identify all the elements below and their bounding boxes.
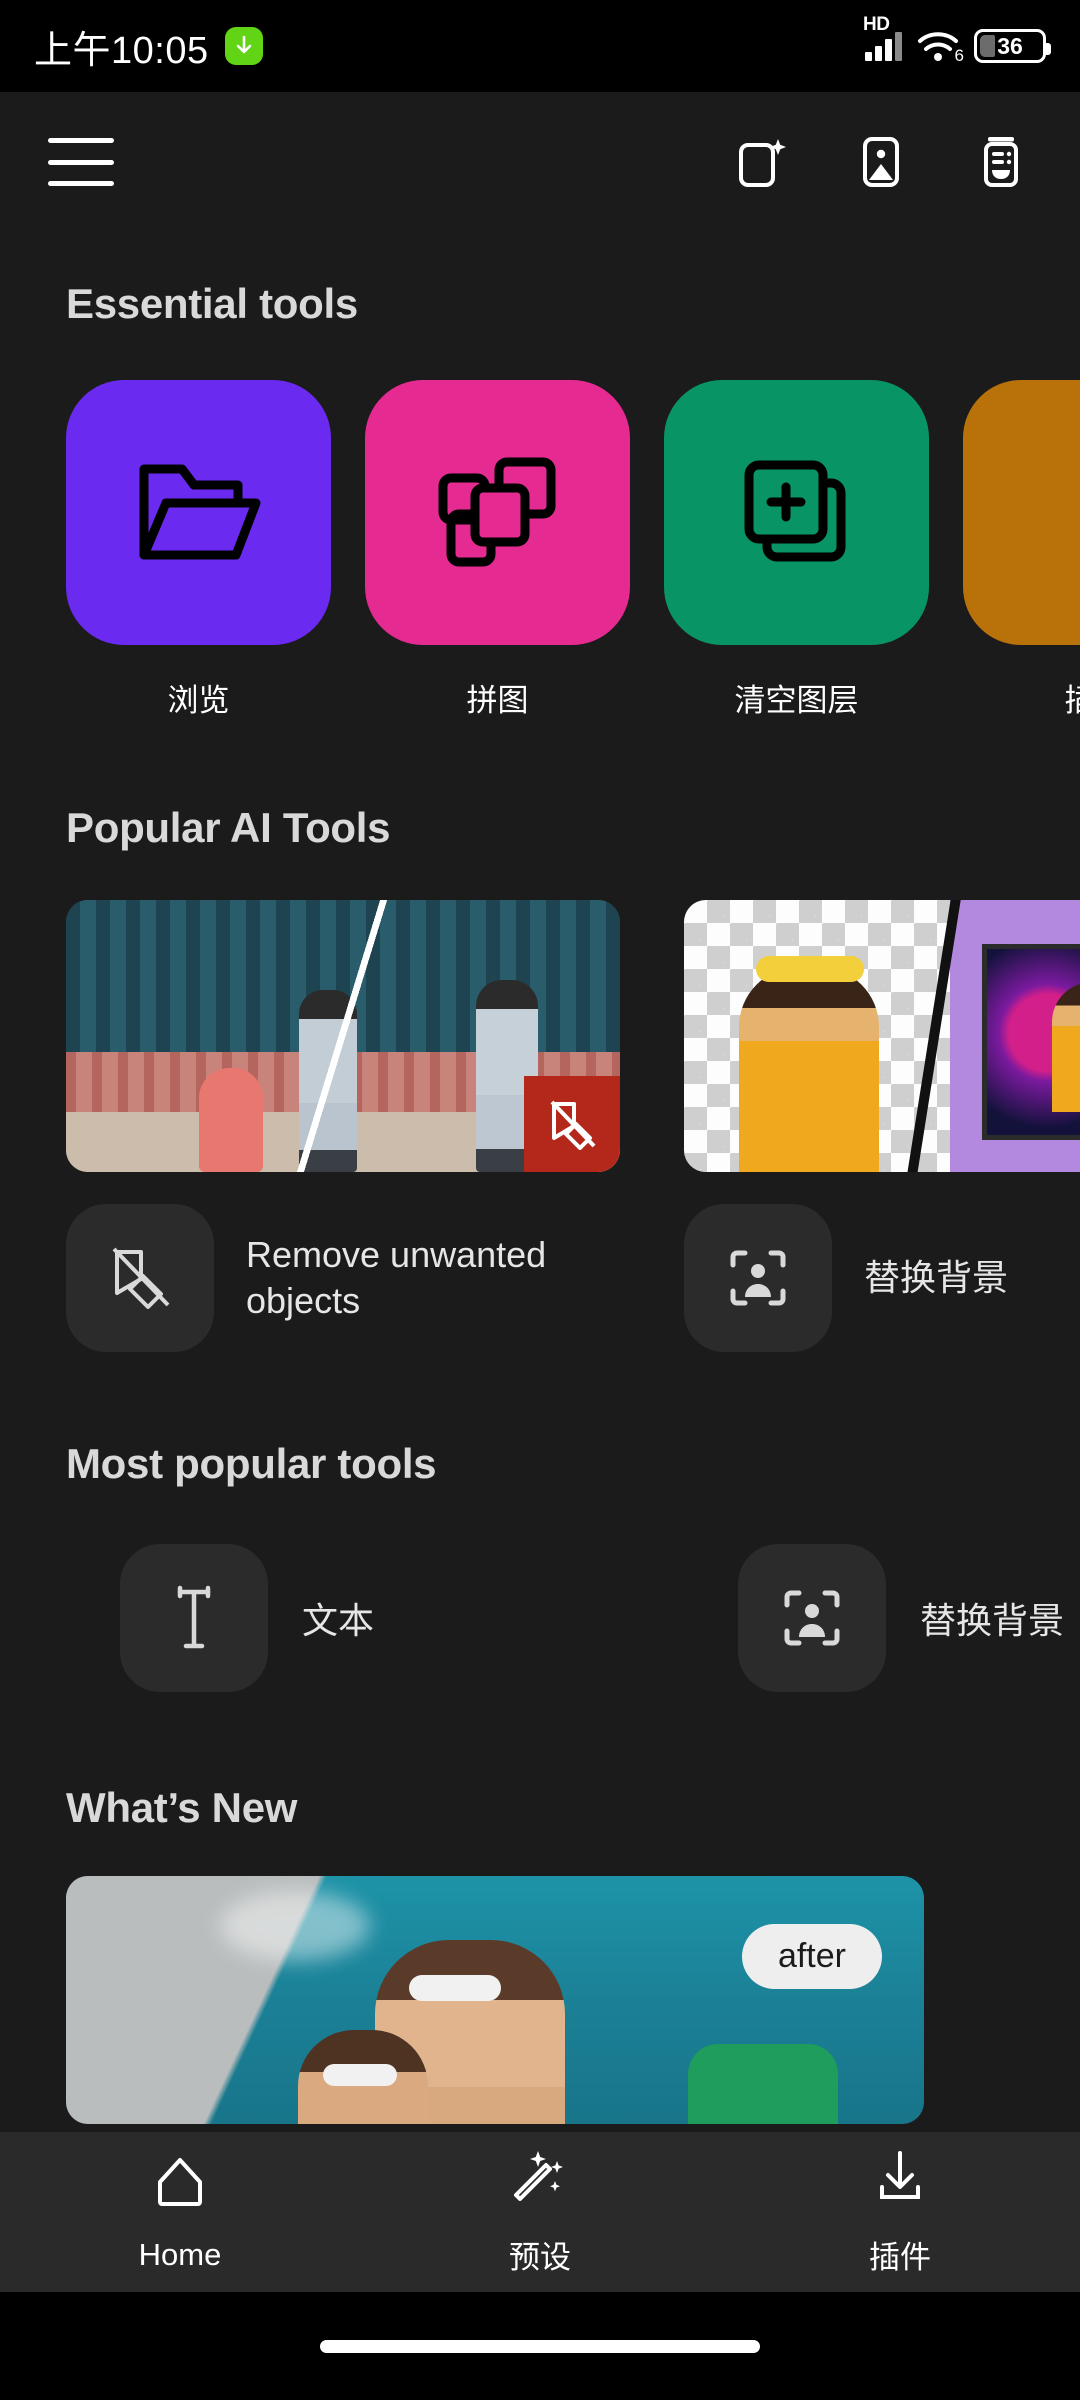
network-type-label: HD bbox=[863, 14, 890, 35]
text-tool-icon[interactable] bbox=[120, 1544, 268, 1692]
battery-percent-label: 36 bbox=[997, 32, 1023, 59]
status-bar-right: HD 6 36 bbox=[863, 14, 1051, 65]
magic-wand-icon bbox=[510, 2147, 570, 2212]
after-badge: after bbox=[741, 1924, 882, 1989]
app-screen: 上午10:05 HD 6 36 Essential tools 浏览 拼图 清空… bbox=[0, 0, 1080, 2400]
whats-new-card[interactable]: after bbox=[66, 1876, 924, 2124]
tool-clear-layers-tile[interactable] bbox=[664, 380, 929, 645]
plugin-icon bbox=[1071, 453, 1080, 573]
new-project-icon[interactable] bbox=[730, 131, 792, 193]
tool-collage-label: 拼图 bbox=[466, 683, 529, 718]
most-popular-item-text[interactable]: 文本 bbox=[120, 1544, 674, 1692]
tool-clear-layers[interactable]: 清空图层 bbox=[664, 380, 929, 720]
ai-foot-remove-objects[interactable]: Remove unwanted objects bbox=[66, 1204, 620, 1352]
ai-thumb-replace-background[interactable] bbox=[684, 900, 1080, 1172]
most-popular-label-replace-background: 替换背景 bbox=[920, 1600, 1065, 1641]
image-library-icon[interactable] bbox=[850, 131, 912, 193]
ai-card-remove-objects[interactable]: Remove unwanted objects bbox=[66, 900, 620, 1352]
most-popular-row[interactable]: 文本 替换背景 bbox=[0, 1544, 1080, 1692]
tool-browse[interactable]: 浏览 bbox=[66, 380, 331, 720]
section-title-essential: Essential tools bbox=[66, 280, 358, 327]
nav-item-home[interactable]: Home bbox=[0, 2152, 360, 2273]
most-popular-label-text: 文本 bbox=[302, 1600, 375, 1641]
tool-plugin[interactable]: 插件 bbox=[963, 380, 1080, 720]
section-title-whats-new: What’s New bbox=[66, 1784, 298, 1831]
ai-label-replace-background: 替换背景 bbox=[864, 1256, 1009, 1298]
wifi-icon: 6 bbox=[916, 29, 964, 65]
tool-collage[interactable]: 拼图 bbox=[365, 380, 630, 720]
ai-card-replace-background[interactable]: 替换背景 bbox=[684, 900, 1080, 1352]
tool-collage-tile[interactable] bbox=[365, 380, 630, 645]
section-title-popular-ai: Popular AI Tools bbox=[66, 804, 391, 851]
download-icon bbox=[870, 2147, 930, 2212]
hamburger-menu-icon[interactable] bbox=[48, 138, 114, 186]
app-bar bbox=[0, 92, 1080, 232]
status-bar: 上午10:05 HD 6 36 bbox=[0, 0, 1080, 92]
ai-label-remove-objects: Remove unwanted objects bbox=[246, 1233, 547, 1321]
essential-tools-row[interactable]: 浏览 拼图 清空图层 bbox=[0, 380, 1080, 720]
signal-bars-icon: HD bbox=[863, 14, 902, 61]
tool-clear-layers-label: 清空图层 bbox=[734, 683, 859, 718]
object-remove-icon[interactable] bbox=[66, 1204, 214, 1352]
download-badge-icon bbox=[224, 27, 263, 65]
folder-icon bbox=[139, 464, 260, 560]
bottom-navigation[interactable]: Home 预设 插件 bbox=[0, 2132, 1080, 2292]
nav-item-presets[interactable]: 预设 bbox=[360, 2147, 720, 2277]
gesture-bar[interactable] bbox=[320, 2339, 760, 2353]
nav-item-plugins[interactable]: 插件 bbox=[720, 2147, 1080, 2277]
status-bar-left: 上午10:05 bbox=[34, 19, 263, 74]
tool-browse-label: 浏览 bbox=[167, 683, 230, 718]
ai-foot-replace-background[interactable]: 替换背景 bbox=[684, 1204, 1080, 1352]
remove-object-badge-icon bbox=[524, 1076, 620, 1172]
tool-browse-tile[interactable] bbox=[66, 380, 331, 645]
battery-icon: 36 bbox=[974, 29, 1051, 63]
nav-label-home: Home bbox=[138, 2236, 222, 2272]
section-title-most-popular: Most popular tools bbox=[66, 1440, 437, 1487]
add-layer-icon bbox=[744, 460, 845, 561]
collage-icon bbox=[438, 457, 555, 566]
nav-label-plugins: 插件 bbox=[869, 2240, 931, 2275]
home-icon bbox=[150, 2152, 210, 2217]
wifi-generation-label: 6 bbox=[954, 46, 964, 65]
popular-ai-row[interactable]: Remove unwanted objects 替换背景 bbox=[0, 900, 1080, 1352]
replace-background-icon[interactable] bbox=[684, 1204, 832, 1352]
scroll-content[interactable]: Essential tools 浏览 拼图 清空图层 Popular AI To… bbox=[0, 232, 1080, 2200]
nav-label-presets: 预设 bbox=[509, 2240, 571, 2275]
most-popular-item-replace-background[interactable]: 替换背景 bbox=[738, 1544, 1080, 1692]
tool-plugin-label: 插件 bbox=[963, 675, 1080, 720]
archive-icon[interactable] bbox=[970, 131, 1032, 193]
ai-thumb-remove-objects[interactable] bbox=[66, 900, 620, 1172]
gesture-area bbox=[0, 2292, 1080, 2400]
status-time: 上午10:05 bbox=[34, 29, 209, 72]
app-bar-actions bbox=[730, 131, 1032, 193]
tool-plugin-tile[interactable] bbox=[963, 380, 1080, 645]
replace-background-icon[interactable] bbox=[738, 1544, 886, 1692]
